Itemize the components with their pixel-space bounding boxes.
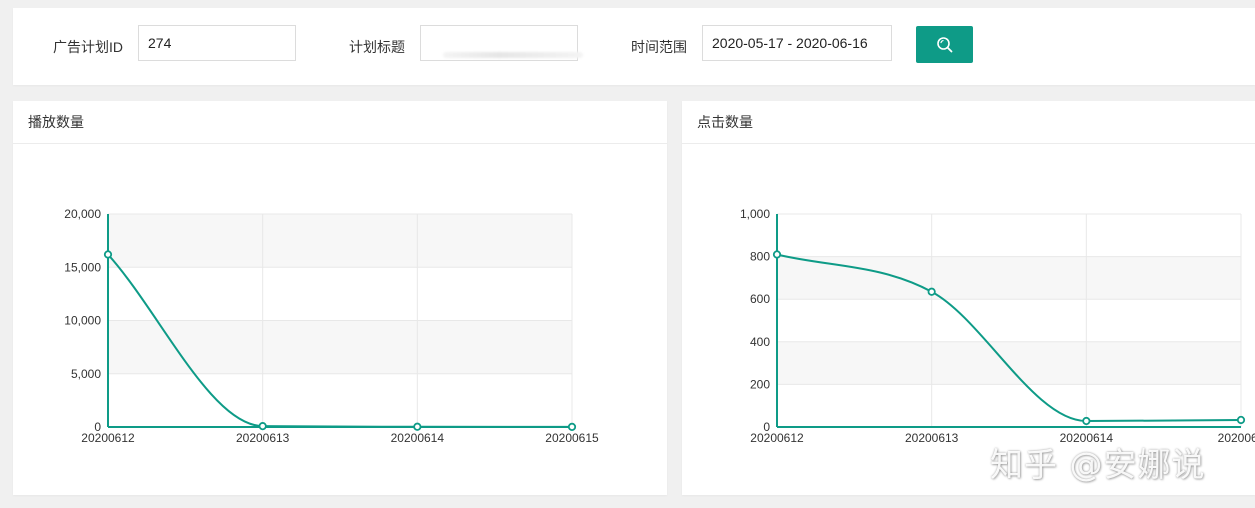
search-icon [936, 36, 952, 52]
grid-band [777, 256, 1241, 300]
filter-bar: 广告计划ID 计划标题 时间范围 [13, 8, 1255, 85]
y-tick-label: 600 [750, 292, 770, 306]
x-tick-label: 20200614 [391, 431, 445, 445]
data-point [772, 250, 782, 259]
x-tick-label: 20200612 [81, 431, 135, 445]
data-point [413, 422, 422, 431]
y-tick-label: 10,000 [64, 314, 101, 328]
clicks-panel: 点击数量 0 200 400 600 800 1,000 20200612 20200613 2… [682, 101, 1255, 495]
y-tick-label: 800 [750, 250, 770, 264]
x-tick-label: 20200613 [905, 431, 959, 445]
grid-band [777, 341, 1241, 385]
data-point [258, 422, 267, 431]
y-tick-label: 20,000 [64, 207, 101, 221]
x-tick-label: 20200615 [545, 431, 599, 445]
blurred-text [443, 52, 583, 58]
data-point [1082, 416, 1091, 426]
y-tick-label: 400 [750, 335, 770, 349]
search-button[interactable] [916, 26, 973, 63]
y-tick-label: 1,000 [740, 207, 770, 221]
x-tick-label: 20200614 [1060, 431, 1114, 445]
x-tick-label: 2020061 [1218, 431, 1255, 445]
plan-title-label: 计划标题 [349, 39, 405, 55]
plays-panel: 播放数量 0 5,000 10,000 15,000 20,000 20200612 202… [13, 101, 667, 495]
grid-band [108, 214, 572, 268]
clicks-line-chart: 02004006008001,00020200612 20200613 202006… [740, 207, 1255, 445]
data-point [1236, 415, 1246, 425]
plays-line-chart: 05,00010,00015,00020,00020200612 20200613… [64, 207, 599, 445]
data-point [927, 287, 936, 296]
date-range-input[interactable] [702, 25, 892, 61]
grid-band [108, 320, 572, 374]
x-tick-label: 20200612 [750, 431, 804, 445]
data-point [567, 422, 577, 431]
data-point [103, 250, 113, 259]
x-tick-label: 20200613 [236, 431, 290, 445]
date-range-label: 时间范围 [631, 39, 687, 55]
plan-id-input[interactable] [138, 25, 296, 61]
y-tick-label: 5,000 [71, 367, 101, 381]
plan-id-label: 广告计划ID [53, 39, 123, 55]
y-tick-label: 200 [750, 377, 770, 391]
y-tick-label: 15,000 [64, 260, 101, 274]
